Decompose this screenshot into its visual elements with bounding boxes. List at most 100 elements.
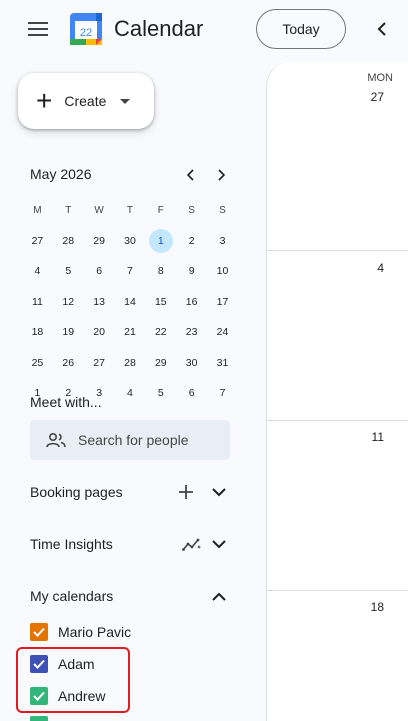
day-cell[interactable]: 28 [56, 229, 80, 253]
main-calendar-panel [266, 62, 408, 721]
day-cell[interactable]: 19 [56, 320, 80, 344]
chevron-right-icon [218, 169, 225, 181]
create-button[interactable]: + Create [18, 73, 154, 129]
week-divider [267, 420, 408, 421]
day-cell[interactable]: 6 [180, 381, 204, 405]
week-date[interactable]: 27 [371, 90, 384, 104]
time-insights-title: Time Insights [30, 536, 113, 552]
create-label: Create [64, 93, 107, 109]
calendar-logo-icon: 22 [70, 13, 102, 45]
expand-booking-pages-button[interactable] [207, 480, 231, 504]
day-cell[interactable]: 13 [87, 290, 111, 314]
mini-calendar-grid: M T W T F S S 27 28 29 30 1 2 3 4 5 6 7 … [22, 195, 238, 409]
hamburger-icon [28, 22, 48, 36]
day-cell[interactable]: 16 [180, 290, 204, 314]
chevron-down-icon [212, 487, 226, 496]
day-cell[interactable]: 31 [210, 351, 234, 375]
week-divider [267, 250, 408, 251]
app-title: Calendar [114, 16, 204, 41]
calendar-checkbox[interactable] [30, 623, 48, 641]
search-people-input[interactable]: Search for people [30, 420, 230, 460]
day-cell[interactable]: 7 [118, 259, 142, 283]
day-cell[interactable]: 28 [118, 351, 142, 375]
search-placeholder: Search for people [78, 432, 189, 448]
day-cell[interactable]: 5 [149, 381, 173, 405]
day-cell[interactable]: 10 [210, 259, 234, 283]
day-cell[interactable]: 15 [149, 290, 173, 314]
plus-icon: + [36, 85, 53, 116]
week-divider [267, 590, 408, 591]
people-icon [46, 432, 66, 448]
chevron-left-icon [187, 169, 194, 181]
day-cell[interactable]: 22 [149, 320, 173, 344]
booking-pages-title: Booking pages [30, 484, 123, 500]
day-cell[interactable]: 25 [25, 351, 49, 375]
main-menu-button[interactable] [18, 14, 58, 44]
day-cell[interactable]: 30 [180, 351, 204, 375]
week-date[interactable]: 11 [372, 430, 384, 444]
week-row: 18 19 20 21 22 23 24 [22, 317, 238, 348]
week-row: 25 26 27 28 29 30 31 [22, 348, 238, 379]
today-button[interactable]: Today [256, 9, 346, 49]
expand-time-insights-button[interactable] [207, 532, 231, 556]
day-cell[interactable]: 18 [25, 320, 49, 344]
insights-button[interactable] [180, 532, 204, 556]
check-icon [33, 627, 45, 637]
weekday-label: S [188, 204, 195, 216]
calendar-checkbox-partial[interactable] [30, 716, 48, 721]
day-cell[interactable]: 8 [149, 259, 173, 283]
day-cell[interactable]: 23 [180, 320, 204, 344]
day-cell[interactable]: 12 [56, 290, 80, 314]
day-cell[interactable]: 4 [25, 259, 49, 283]
calendar-label: Mario Pavic [58, 624, 132, 640]
chevron-left-icon [377, 22, 386, 36]
day-cell[interactable]: 9 [180, 259, 204, 283]
day-cell[interactable]: 29 [149, 351, 173, 375]
week-row: 11 12 13 14 15 16 17 [22, 287, 238, 318]
week-row: 27 28 29 30 1 2 3 [22, 226, 238, 257]
day-cell[interactable]: 30 [118, 229, 142, 253]
weekday-header-row: M T W T F S S [22, 195, 238, 226]
plus-icon [179, 485, 193, 499]
weekday-label: F [157, 204, 164, 216]
day-cell[interactable]: 11 [25, 290, 49, 314]
weekday-label: T [126, 204, 133, 216]
my-calendars-title: My calendars [30, 588, 114, 604]
insights-sparkle-icon [182, 538, 201, 551]
week-row: 4 5 6 7 8 9 10 [22, 256, 238, 287]
chevron-up-icon [212, 592, 226, 601]
day-cell[interactable]: 6 [87, 259, 111, 283]
svg-text:22: 22 [80, 27, 92, 39]
collapse-my-calendars-button[interactable] [207, 584, 231, 608]
day-cell[interactable]: 4 [118, 381, 142, 405]
day-cell[interactable]: 2 [180, 229, 204, 253]
day-cell[interactable]: 26 [56, 351, 80, 375]
day-cell[interactable]: 5 [56, 259, 80, 283]
add-booking-page-button[interactable] [174, 480, 198, 504]
week-date[interactable]: 4 [377, 261, 384, 275]
chevron-down-icon [212, 539, 226, 548]
previous-period-button[interactable] [370, 16, 394, 42]
weekday-label: S [219, 204, 226, 216]
day-header-label: MON [367, 72, 393, 84]
day-cell[interactable]: 17 [210, 290, 234, 314]
selection-highlight-box [16, 647, 130, 713]
day-cell[interactable]: 27 [25, 229, 49, 253]
day-cell[interactable]: 14 [118, 290, 142, 314]
caret-down-icon [120, 98, 131, 104]
day-cell[interactable]: 29 [87, 229, 111, 253]
mini-calendar-next-button[interactable] [211, 166, 231, 184]
day-cell[interactable]: 3 [210, 229, 234, 253]
day-cell-today[interactable]: 1 [148, 228, 173, 253]
calendar-item-mario-pavic[interactable]: Mario Pavic [30, 619, 131, 645]
day-cell[interactable]: 21 [118, 320, 142, 344]
day-cell[interactable]: 7 [210, 381, 234, 405]
mini-calendar-month: May 2026 [30, 166, 92, 182]
mini-calendar-prev-button[interactable] [181, 166, 201, 184]
week-date[interactable]: 18 [371, 600, 384, 614]
day-cell[interactable]: 27 [87, 351, 111, 375]
weekday-label: T [65, 204, 72, 216]
day-cell[interactable]: 24 [210, 320, 234, 344]
weekday-label: W [94, 204, 104, 216]
day-cell[interactable]: 20 [87, 320, 111, 344]
